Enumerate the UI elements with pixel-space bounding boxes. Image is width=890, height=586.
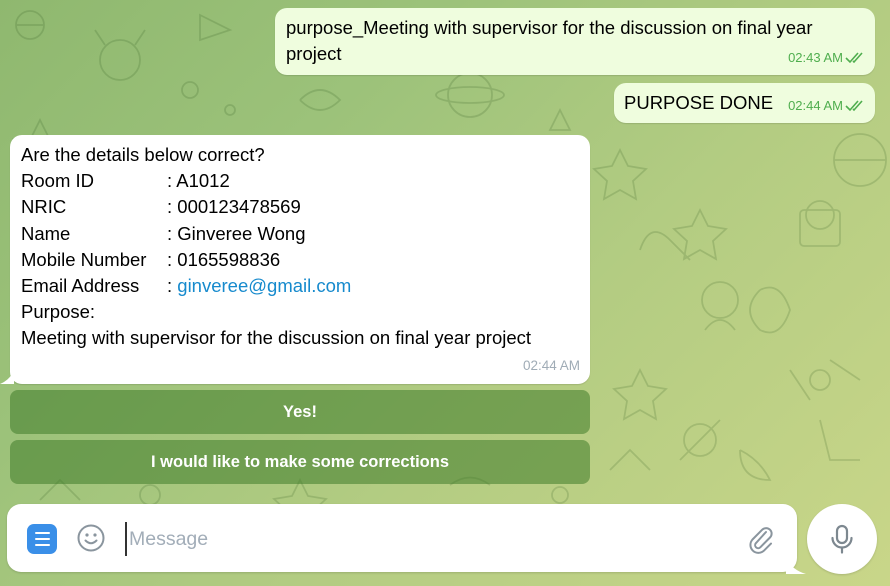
make-corrections-button[interactable]: I would like to make some corrections <box>10 440 590 484</box>
double-check-icon <box>845 52 863 64</box>
message-input[interactable] <box>125 522 731 556</box>
detail-label: NRIC <box>21 196 67 218</box>
paperclip-icon[interactable] <box>747 524 775 554</box>
outgoing-message: PURPOSE DONE 02:44 AM <box>614 83 875 123</box>
detail-label: Name <box>21 222 71 244</box>
incoming-message: Are the details below correct? Room ID :… <box>10 135 590 384</box>
detail-row-room-id: Room ID : A1012 <box>21 168 531 194</box>
purpose-value: Meeting with supervisor for the discussi… <box>21 327 532 349</box>
outgoing-message: purpose_Meeting with supervisor for the … <box>275 8 875 75</box>
composer-tail <box>786 558 806 574</box>
yes-button[interactable]: Yes! <box>10 390 590 434</box>
detail-value: : 0165598836 <box>167 248 281 270</box>
message-text: purpose_Meeting with supervisor for the … <box>286 17 813 64</box>
detail-value: : Ginveree Wong <box>167 222 306 244</box>
detail-label: Mobile Number <box>21 248 147 270</box>
message-time: 02:43 AM <box>788 50 843 65</box>
emoji-icon[interactable] <box>76 523 106 553</box>
detail-separator: : <box>167 275 178 297</box>
bubble-tail <box>0 370 14 384</box>
detail-row-mobile-number: Mobile Number : 0165598836 <box>21 247 531 273</box>
email-link[interactable]: ginveree@gmail.com <box>177 273 351 299</box>
microphone-button[interactable] <box>807 504 877 574</box>
detail-row-name: Name : Ginveree Wong <box>21 221 531 247</box>
message-time: 02:44 AM <box>788 98 843 113</box>
menu-icon[interactable] <box>27 524 57 554</box>
message-time: 02:44 AM <box>522 357 580 373</box>
detail-label: Room ID <box>21 170 94 192</box>
confirmation-heading: Are the details below correct? <box>21 144 265 165</box>
detail-row-email-address: Email Address : ginveree@gmail.com <box>21 273 531 299</box>
message-text: PURPOSE DONE <box>624 92 774 113</box>
microphone-icon <box>831 524 853 554</box>
double-check-icon <box>845 100 863 112</box>
detail-value: : A1012 <box>167 170 230 192</box>
detail-row-nric: NRIC : 000123478569 <box>21 194 531 220</box>
purpose-label: Purpose: <box>21 301 96 323</box>
detail-label: Email Address <box>21 275 140 297</box>
detail-value: : 000123478569 <box>167 196 301 218</box>
message-meta: 02:43 AM <box>788 45 867 71</box>
message-meta: 02:44 AM <box>788 93 867 119</box>
message-composer <box>7 504 797 572</box>
